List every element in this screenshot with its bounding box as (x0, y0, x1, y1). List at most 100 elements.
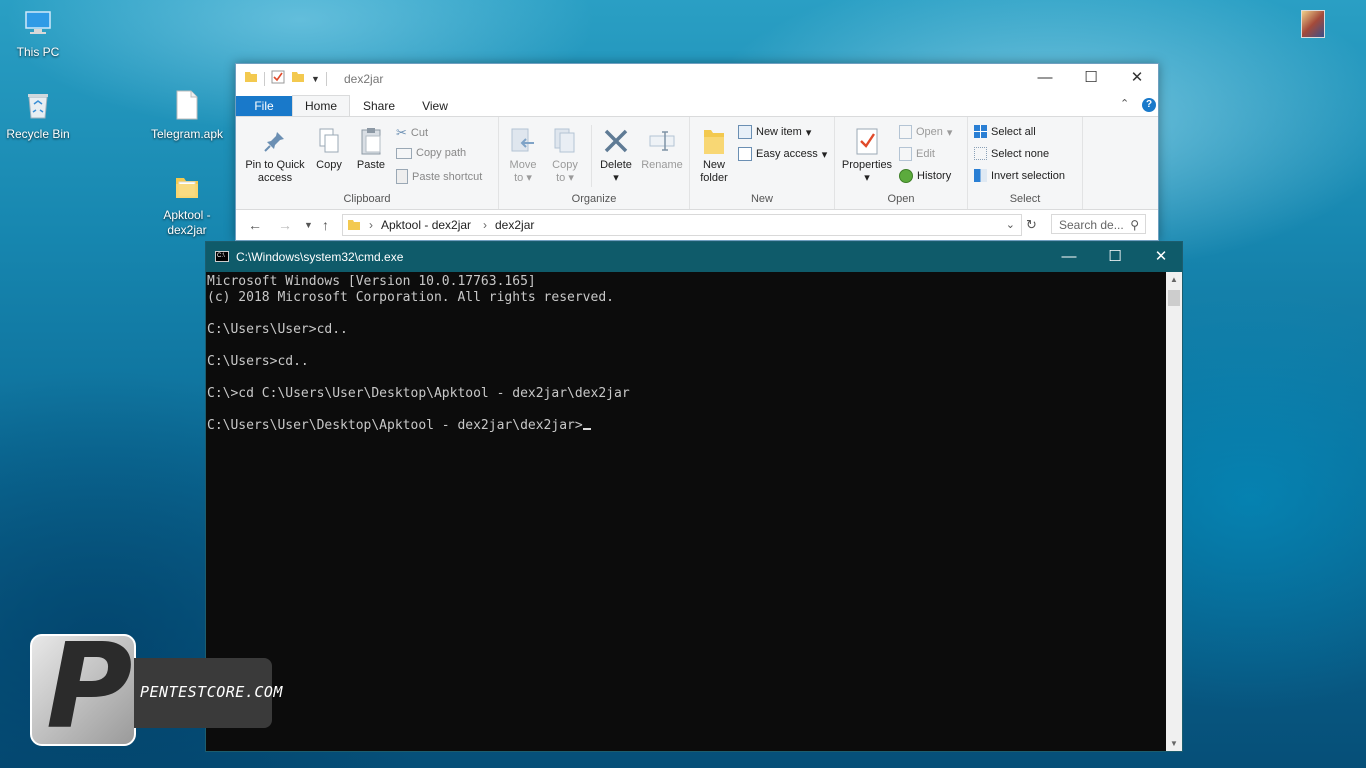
desktop-icon-apktool-folder[interactable]: Apktool - dex2jar (147, 173, 227, 238)
separator (591, 125, 592, 187)
vertical-scrollbar[interactable]: ▲ ▼ (1166, 272, 1182, 751)
new-folder-icon[interactable] (291, 70, 305, 87)
up-arrow-icon[interactable]: ↑ (322, 217, 329, 233)
copy-to-icon (547, 123, 583, 159)
minimize-button[interactable]: — (1022, 64, 1068, 92)
chevron-down-icon[interactable]: ⌄ (1006, 215, 1015, 235)
desktop-icon-this-pc[interactable]: This PC (0, 8, 76, 60)
forward-arrow-icon[interactable]: → (278, 217, 292, 233)
search-icon: ⚲ (1130, 218, 1139, 232)
scrollbar-thumb[interactable] (1168, 290, 1180, 306)
desktop-icon-telegram-apk[interactable]: Telegram.apk (147, 90, 227, 142)
file-explorer-window: ▼ dex2jar — ☐ ✕ File Home Share View ⌃ ?… (235, 63, 1159, 241)
console-prompt: C:\Users\User\Desktop\Apktool - dex2jar\… (207, 418, 583, 433)
command-prompt-window: C:\ C:\Windows\system32\cmd.exe — ☐ ✕ Mi… (205, 241, 1183, 752)
address-bar[interactable]: › Apktool - dex2jar › dex2jar ⌄ (342, 214, 1022, 236)
maximize-button[interactable]: ☐ (1068, 64, 1114, 92)
delete-button[interactable]: Delete ▾ (595, 123, 637, 185)
collapse-ribbon-icon[interactable]: ⌃ (1120, 97, 1129, 110)
group-label: Open (887, 193, 915, 205)
tab-view[interactable]: View (410, 96, 460, 116)
desktop-icon-label: Recycle Bin (6, 127, 70, 141)
desktop-icon-label: This PC (16, 45, 60, 59)
folder-icon (147, 173, 227, 204)
copy-icon (310, 123, 348, 159)
logo-text: PENTESTCORE.COM (140, 683, 283, 701)
copy-to-button[interactable]: Copy to ▾ (547, 123, 583, 185)
properties-icon[interactable] (271, 70, 285, 87)
scissors-icon: ✂ (396, 125, 407, 140)
console-line: C:\>cd C:\Users\User\Desktop\Apktool - d… (207, 386, 630, 401)
easy-access-button[interactable]: Easy access ▾ (738, 147, 827, 161)
paste-button[interactable]: Paste (350, 123, 392, 172)
scroll-down-icon[interactable]: ▼ (1170, 739, 1178, 748)
rename-button[interactable]: Rename (639, 123, 685, 172)
search-input[interactable]: Search de... ⚲ (1051, 214, 1146, 234)
select-all-icon (974, 125, 987, 138)
edit-button[interactable]: Edit (899, 147, 935, 161)
copy-path-button[interactable]: Copy path (396, 147, 466, 159)
console-output[interactable]: Microsoft Windows [Version 10.0.17763.16… (206, 272, 1166, 751)
pin-to-quick-access-button[interactable]: Pin to Quick access (240, 123, 310, 185)
desktop-icon-recycle-bin[interactable]: Recycle Bin (0, 90, 76, 142)
window-title: dex2jar (344, 72, 384, 86)
new-folder-button[interactable]: New folder (694, 123, 734, 185)
separator (264, 71, 265, 86)
computer-icon (0, 8, 76, 41)
breadcrumb-dex2jar[interactable]: dex2jar (495, 215, 534, 235)
recent-locations-icon[interactable]: ▼ (304, 220, 313, 230)
scroll-up-icon[interactable]: ▲ (1170, 275, 1178, 284)
open-icon (899, 125, 912, 139)
select-all-button[interactable]: Select all (974, 125, 1036, 138)
group-new: New folder New item ▾ Easy access ▾ New (690, 117, 835, 209)
maximize-button[interactable]: ☐ (1092, 242, 1138, 272)
qat-dropdown-icon[interactable]: ▼ (311, 74, 320, 84)
properties-button[interactable]: Properties ▾ (837, 123, 897, 185)
recycle-bin-icon (0, 90, 76, 123)
group-label: Select (1009, 193, 1041, 205)
group-label: Organize (571, 193, 617, 205)
group-select: Select all Select none Invert selection … (968, 117, 1083, 209)
close-button[interactable]: ✕ (1114, 64, 1160, 92)
folder-icon (244, 70, 258, 87)
back-arrow-icon[interactable]: ← (248, 217, 262, 233)
cut-button[interactable]: ✂ Cut (396, 125, 428, 141)
move-to-button[interactable]: Move to ▾ (505, 123, 541, 185)
desktop-icon-label-line2: dex2jar (167, 223, 207, 237)
new-item-icon (738, 125, 752, 139)
invert-selection-icon (974, 169, 987, 182)
close-button[interactable]: ✕ (1138, 242, 1184, 272)
invert-selection-button[interactable]: Invert selection (974, 169, 1065, 182)
move-to-icon (505, 123, 541, 159)
paste-icon (350, 123, 392, 159)
explorer-title-bar: ▼ dex2jar — ☐ ✕ (236, 64, 1158, 92)
refresh-icon[interactable]: ↻ (1026, 217, 1037, 233)
properties-icon (837, 123, 897, 159)
breadcrumb-separator-icon: › (369, 218, 373, 232)
logo-letter: P (46, 634, 133, 746)
open-button[interactable]: Open ▾ (899, 125, 952, 139)
user-picture-icon[interactable] (1301, 10, 1325, 38)
help-icon[interactable]: ? (1142, 98, 1156, 112)
copy-button[interactable]: Copy (310, 123, 348, 172)
tab-share[interactable]: Share (354, 96, 404, 116)
tab-home[interactable]: Home (292, 95, 350, 117)
new-folder-icon (694, 123, 734, 159)
breadcrumb-separator-icon: › (483, 218, 487, 232)
cmd-title-bar: C:\ C:\Windows\system32\cmd.exe — ☐ ✕ (206, 242, 1182, 272)
breadcrumb-apktool[interactable]: Apktool - dex2jar (381, 215, 471, 235)
paste-shortcut-button[interactable]: Paste shortcut (396, 169, 482, 184)
group-open: Properties ▾ Open ▾ Edit History Open (835, 117, 968, 209)
minimize-button[interactable]: — (1046, 242, 1092, 272)
history-button[interactable]: History (899, 169, 951, 183)
file-icon (147, 90, 227, 123)
tab-file[interactable]: File (236, 96, 292, 116)
paste-shortcut-icon (396, 169, 408, 184)
new-item-button[interactable]: New item ▾ (738, 125, 811, 139)
window-title: C:\Windows\system32\cmd.exe (236, 250, 404, 264)
select-none-button[interactable]: Select none (974, 147, 1049, 160)
group-label: New (750, 193, 773, 205)
